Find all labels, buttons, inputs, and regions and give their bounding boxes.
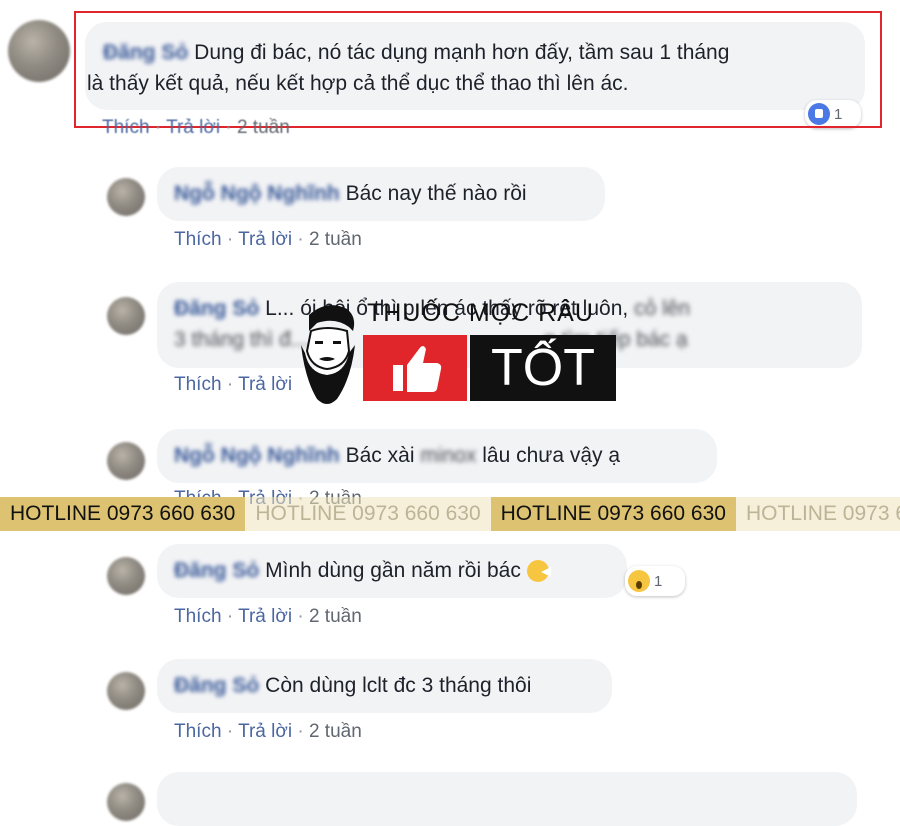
- commenter-name[interactable]: Đăng Sỏ: [174, 297, 259, 320]
- like-link[interactable]: Thích: [102, 117, 150, 138]
- thuoc-moc-rau-logo: THUỐC MỌC RÂU TỐT: [287, 297, 617, 409]
- reply-link[interactable]: Trả lời: [238, 606, 292, 627]
- hotline-text: HOTLINE 0973 660 630: [490, 497, 736, 531]
- commenter-avatar[interactable]: [107, 783, 145, 821]
- logo-word-badge: TỐT: [470, 335, 616, 401]
- hotline-text: HOTLINE 0973 660 630: [735, 497, 900, 531]
- logo-word: TỐT: [491, 339, 595, 397]
- comment-actions: Thích · Trả lời · 2 tuần: [102, 117, 290, 138]
- commenter-name[interactable]: Đăng Sỏ: [174, 559, 259, 582]
- like-link[interactable]: Thích: [174, 229, 222, 250]
- bearded-man-icon: [301, 305, 355, 404]
- reply-link[interactable]: Trả lời: [238, 229, 292, 250]
- hotline-text: HOTLINE 0973 660 630: [0, 497, 246, 531]
- commenter-avatar[interactable]: [107, 442, 145, 480]
- thumbs-up-icon: [393, 346, 442, 392]
- pacman-emoji-icon: [526, 560, 551, 583]
- commenter-avatar[interactable]: [8, 20, 70, 82]
- timestamp[interactable]: 2 tuần: [237, 117, 290, 138]
- timestamp[interactable]: 2 tuần: [309, 721, 362, 742]
- commenter-name[interactable]: Ngỗ Ngộ Nghĩnh: [174, 182, 340, 205]
- thumbs-up-badge: [363, 335, 467, 401]
- like-link[interactable]: Thích: [174, 374, 222, 395]
- timestamp[interactable]: 2 tuần: [309, 229, 362, 250]
- comment-bubble: [157, 772, 857, 826]
- reply-link[interactable]: Trả lời: [238, 721, 292, 742]
- commenter-avatar[interactable]: [107, 557, 145, 595]
- hotline-text: HOTLINE 0973 660 630: [245, 497, 491, 531]
- commenter-name[interactable]: Ngỗ Ngộ Nghĩnh: [174, 444, 340, 467]
- comment-actions: Thích · Trả lời · 2 tuần: [174, 606, 362, 627]
- timestamp[interactable]: 2 tuần: [309, 606, 362, 627]
- like-link[interactable]: Thích: [174, 721, 222, 742]
- wow-icon: [628, 570, 650, 592]
- commenter-avatar[interactable]: [107, 297, 145, 335]
- commenter-name[interactable]: Đăng Sỏ: [174, 674, 259, 697]
- comment-text: Đăng Sỏ Còn dùng lclt đc 3 tháng thôi: [174, 674, 532, 697]
- like-link[interactable]: Thích: [174, 606, 222, 627]
- commenter-avatar[interactable]: [107, 672, 145, 710]
- comment-text: Đăng Sỏ Mình dùng gần năm rồi bác: [174, 555, 551, 586]
- reply-link[interactable]: Trả lời: [166, 117, 220, 138]
- hotline-banner: HOTLINE 0973 660 630 HOTLINE 0973 660 63…: [0, 497, 900, 531]
- comment-text: Ngỗ Ngộ Nghĩnh Bác xài minox lâu chưa vậy…: [174, 444, 621, 467]
- comment-actions: Thích · Trả lời · 2 tuần: [174, 721, 362, 742]
- commenter-avatar[interactable]: [107, 178, 145, 216]
- comment-actions: Thích · Trả lời: [174, 374, 293, 395]
- wow-reaction-count[interactable]: 1: [625, 566, 685, 596]
- comment-actions: Thích · Trả lời · 2 tuần: [174, 229, 362, 250]
- comment-text: Ngỗ Ngộ Nghĩnh Bác nay thế nào rồi: [174, 182, 527, 205]
- reply-link[interactable]: Trả lời: [238, 374, 292, 395]
- logo-title: THUỐC MỌC RÂU: [367, 299, 594, 327]
- highlight-box: [74, 11, 882, 128]
